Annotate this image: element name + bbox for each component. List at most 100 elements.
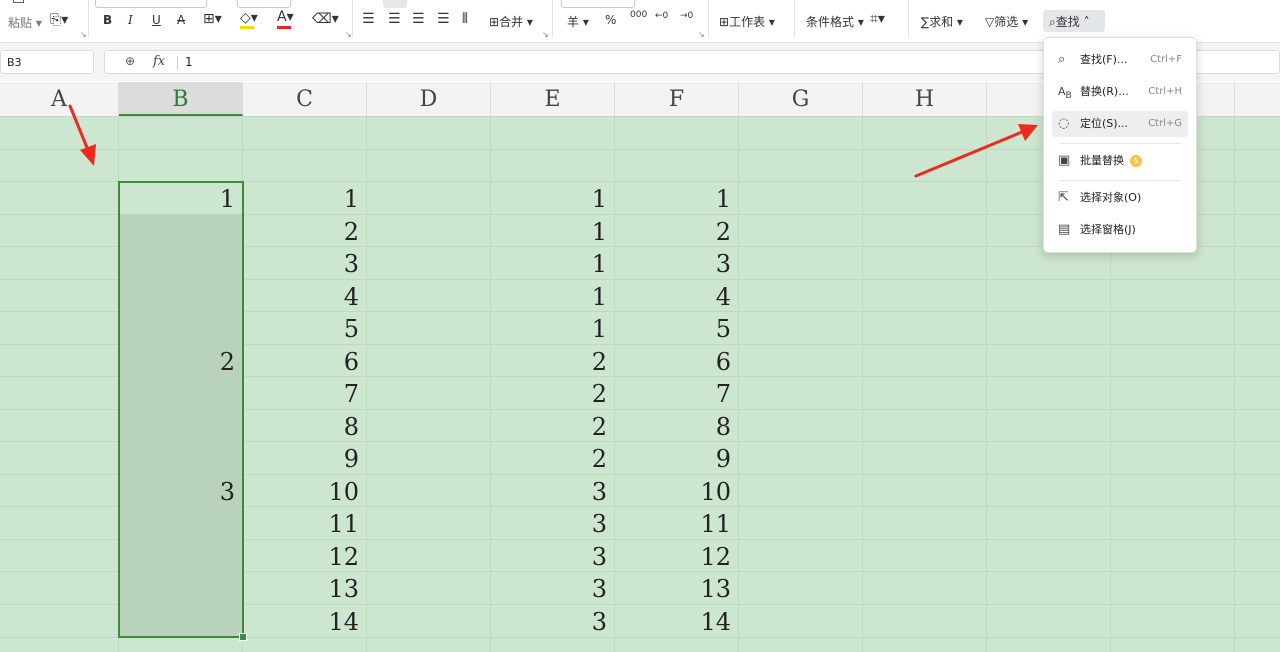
clipboard-expand-icon[interactable]: ↘ <box>80 30 87 39</box>
decrease-decimal-icon[interactable]: →0 <box>680 11 693 21</box>
cell-f4[interactable]: 2 <box>615 214 739 246</box>
bold-button[interactable]: B <box>103 13 112 27</box>
merge-button[interactable]: ⊞合并 ▾ <box>489 13 533 30</box>
conditional-format-button[interactable]: 条件格式 ▾ <box>806 13 864 30</box>
underline-button[interactable]: U <box>152 13 161 27</box>
menu-item-replace[interactable]: AB 替换(R)... Ctrl+H <box>1052 79 1188 105</box>
font-name-select[interactable] <box>95 0 207 8</box>
cell-f12[interactable]: 10 <box>615 474 739 506</box>
zoom-icon[interactable]: ⊕ <box>125 54 135 68</box>
column-header-a[interactable]: A <box>0 82 119 116</box>
number-expand-icon[interactable]: ↘ <box>698 30 705 39</box>
fx-icon[interactable]: fx <box>153 54 165 69</box>
percent-button[interactable]: % <box>605 13 616 27</box>
strikethrough-button[interactable]: A <box>177 13 185 27</box>
cell-f6[interactable]: 4 <box>615 279 739 311</box>
cell-f3[interactable]: 1 <box>615 181 739 213</box>
clear-format-icon[interactable]: ⌫▾ <box>312 11 339 27</box>
align-left-icon[interactable]: ☰ <box>362 11 375 27</box>
column-header-d[interactable]: D <box>367 82 491 116</box>
cell-e16[interactable]: 3 <box>491 604 615 636</box>
cell-c3[interactable]: 1 <box>243 181 367 213</box>
cell-f8[interactable]: 6 <box>615 344 739 376</box>
cell-e3[interactable]: 1 <box>491 181 615 213</box>
cell-f16[interactable]: 14 <box>615 604 739 636</box>
cell-c8[interactable]: 6 <box>243 344 367 376</box>
filter-button[interactable]: ▽筛选 ▾ <box>985 13 1028 30</box>
border-icon[interactable]: ⊞▾ <box>203 11 222 27</box>
align-top-button[interactable] <box>383 0 407 8</box>
distributed-align-icon[interactable]: ⫴ <box>462 11 468 27</box>
cell-b12[interactable]: 3 <box>119 474 243 506</box>
font-expand-icon[interactable]: ↘ <box>345 30 352 39</box>
cell-e6[interactable]: 1 <box>491 279 615 311</box>
cell-b8[interactable]: 2 <box>119 344 243 376</box>
cell-f7[interactable]: 5 <box>615 311 739 343</box>
cell-f5[interactable]: 3 <box>615 246 739 278</box>
menu-item-locate[interactable]: ◌ 定位(S)... Ctrl+G <box>1052 111 1188 137</box>
justify-icon[interactable]: ☰ <box>437 11 450 27</box>
cell-e9[interactable]: 2 <box>491 376 615 408</box>
number-format-select[interactable] <box>561 0 635 8</box>
cell-f14[interactable]: 12 <box>615 539 739 571</box>
increase-decimal-icon[interactable]: ←0 <box>655 11 668 21</box>
cell-e14[interactable]: 3 <box>491 539 615 571</box>
formula-value[interactable]: 1 <box>185 55 193 69</box>
cell-e10[interactable]: 2 <box>491 409 615 441</box>
cell-b3[interactable]: 1 <box>119 181 243 213</box>
column-header-c[interactable]: C <box>243 82 367 116</box>
column-header-k[interactable] <box>1235 82 1280 116</box>
cell-f11[interactable]: 9 <box>615 441 739 473</box>
cell-e12[interactable]: 3 <box>491 474 615 506</box>
menu-item-find[interactable]: ⌕ 查找(F)... Ctrl+F <box>1052 47 1188 73</box>
cell-c15[interactable]: 13 <box>243 571 367 603</box>
cell-c14[interactable]: 12 <box>243 539 367 571</box>
menu-item-batch-replace[interactable]: ▣ 批量替换 $ <box>1052 148 1188 174</box>
paste-icon[interactable]: ▭ <box>12 0 25 8</box>
fill-color-icon[interactable]: ◇▾ <box>240 10 258 26</box>
thousands-separator-button[interactable]: 000 <box>630 10 647 20</box>
column-header-g[interactable]: G <box>739 82 863 116</box>
cell-c9[interactable]: 7 <box>243 376 367 408</box>
alignment-expand-icon[interactable]: ↘ <box>542 30 549 39</box>
cell-f13[interactable]: 11 <box>615 506 739 538</box>
cell-f9[interactable]: 7 <box>615 376 739 408</box>
column-header-b[interactable]: B <box>119 82 243 116</box>
cell-c5[interactable]: 3 <box>243 246 367 278</box>
column-header-h[interactable]: H <box>863 82 987 116</box>
name-box[interactable]: B3 <box>0 50 94 74</box>
cell-c12[interactable]: 10 <box>243 474 367 506</box>
cell-c7[interactable]: 5 <box>243 311 367 343</box>
cell-c4[interactable]: 2 <box>243 214 367 246</box>
cell-e5[interactable]: 1 <box>491 246 615 278</box>
font-size-select[interactable] <box>237 0 291 8</box>
menu-item-selection-pane[interactable]: ▤ 选择窗格(J) <box>1052 217 1188 243</box>
cell-e11[interactable]: 2 <box>491 441 615 473</box>
italic-button[interactable]: I <box>128 13 133 27</box>
sum-button[interactable]: ∑求和 ▾ <box>921 13 963 30</box>
column-header-e[interactable]: E <box>491 82 615 116</box>
currency-button[interactable]: 羊 ▾ <box>567 13 589 30</box>
cell-c11[interactable]: 9 <box>243 441 367 473</box>
align-right-icon[interactable]: ☰ <box>412 11 425 27</box>
font-color-icon[interactable]: A▾ <box>277 9 294 25</box>
menu-item-select-objects[interactable]: ⇱ 选择对象(O) <box>1052 185 1188 211</box>
cell-c10[interactable]: 8 <box>243 409 367 441</box>
cell-border-icon[interactable]: ⌗▾ <box>870 11 885 27</box>
format-painter-icon[interactable]: ⎘▾ <box>50 12 68 28</box>
align-center-icon[interactable]: ☰ <box>388 11 401 27</box>
cell-e8[interactable]: 2 <box>491 344 615 376</box>
cell-f15[interactable]: 13 <box>615 571 739 603</box>
find-button[interactable]: ⌕查找 ˄ <box>1049 13 1090 30</box>
column-header-f[interactable]: F <box>615 82 739 116</box>
cell-c16[interactable]: 14 <box>243 604 367 636</box>
cell-c6[interactable]: 4 <box>243 279 367 311</box>
paste-button[interactable]: 粘贴 ▾ <box>8 14 42 31</box>
cell-c13[interactable]: 11 <box>243 506 367 538</box>
worksheet-button[interactable]: ⊞工作表 ▾ <box>719 13 775 30</box>
cell-e15[interactable]: 3 <box>491 571 615 603</box>
cell-e4[interactable]: 1 <box>491 214 615 246</box>
cell-e7[interactable]: 1 <box>491 311 615 343</box>
cell-e13[interactable]: 3 <box>491 506 615 538</box>
cell-f10[interactable]: 8 <box>615 409 739 441</box>
